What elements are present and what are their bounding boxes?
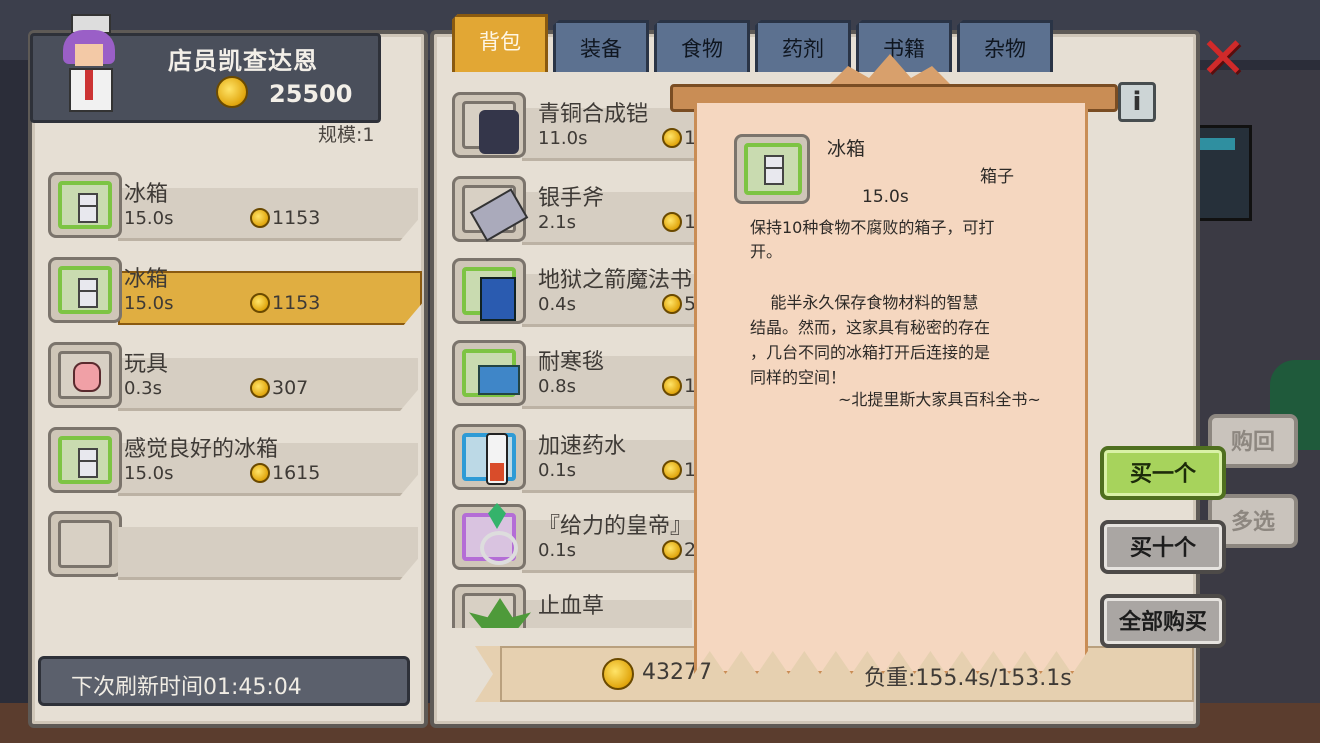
item-name: 耐寒毯 [538, 350, 605, 375]
shopkeeper-gold: 25500 [269, 80, 353, 108]
blanket-icon [478, 365, 520, 395]
fridge-icon [764, 155, 784, 185]
item-price: 307 [272, 377, 309, 399]
gold-coin-icon [662, 540, 682, 560]
gold-coin-icon [250, 378, 270, 398]
item-name: 加速药水 [538, 434, 627, 459]
shopkeeper-name: 店员凯查达恩 [168, 47, 318, 75]
item-time: 15.0s [124, 293, 174, 314]
item-name: 银手斧 [538, 186, 605, 211]
gold-coin-icon [250, 208, 270, 228]
item-name: 感觉良好的冰箱 [124, 437, 279, 462]
item-name: 玩具 [124, 352, 169, 377]
inventory-item-row[interactable]: 耐寒毯 0.8s 1 [452, 340, 782, 420]
fridge-icon [78, 193, 98, 223]
tooltip-description: 保持10种食物不腐败的箱子，可打 开。 [750, 218, 995, 261]
inventory-item-row[interactable]: 地狱之箭魔法书 0.4s 5 [452, 258, 782, 338]
refresh-timer: 下次刷新时间01:45:04 [38, 656, 410, 706]
tab-5[interactable]: 杂物 [957, 20, 1053, 72]
item-time: 0.3s [124, 378, 163, 399]
item-name: 冰箱 [124, 267, 169, 292]
gold-coin-icon [250, 293, 270, 313]
item-price: 1153 [272, 207, 321, 229]
potion-icon [486, 433, 508, 485]
item-name: 『给力的皇帝』 [538, 514, 693, 539]
item-slot [452, 584, 531, 628]
buy-one-button[interactable]: 买一个 [1100, 446, 1226, 500]
bronze-armor-icon [479, 110, 519, 154]
close-icon[interactable]: ✕ [1198, 31, 1248, 87]
tab-1[interactable]: 装备 [553, 20, 649, 72]
silver-axe-icon [469, 188, 529, 242]
tab-2[interactable]: 食物 [654, 20, 750, 72]
gem-icon [488, 503, 506, 529]
buy-ten-button[interactable]: 买十个 [1100, 520, 1226, 574]
gold-coin-icon [602, 658, 634, 690]
tooltip-item-time: 15.0s [862, 187, 909, 207]
item-slot [48, 172, 122, 238]
herb-icon [469, 598, 531, 628]
tooltip-item-slot [734, 134, 810, 204]
item-slot [452, 92, 526, 158]
item-slot [48, 257, 122, 323]
item-time: 15.0s [124, 463, 174, 484]
inventory-item-row[interactable]: 银手斧 2.1s 1 [452, 176, 782, 256]
item-time: 11.0s [538, 128, 588, 149]
item-time: 0.1s [538, 460, 577, 481]
item-slot [48, 427, 122, 493]
item-slot [452, 424, 526, 490]
spellbook-icon [480, 277, 516, 321]
item-slot [452, 176, 529, 242]
shopkeeper-card: 店员凯查达恩 25500 [30, 14, 381, 123]
item-slot [452, 258, 526, 324]
item-slot [452, 503, 526, 570]
shop-scale: 规模:1 [318, 124, 375, 146]
inventory-item-row[interactable]: 青铜合成铠 11.0s 1 [452, 92, 782, 172]
item-time: 15.0s [124, 208, 174, 229]
tab-3[interactable]: 药剂 [755, 20, 851, 72]
tooltip-source: ~北提里斯大家具百科全书~ [838, 390, 1041, 409]
gold-coin-icon [662, 212, 682, 232]
item-time: 0.8s [538, 376, 577, 397]
inventory-item-row[interactable]: 加速药水 0.1s 1 [452, 424, 782, 504]
gold-coin-icon [250, 463, 270, 483]
gold-coin-icon [662, 376, 682, 396]
gold-coin-icon [662, 294, 682, 314]
item-name: 冰箱 [124, 182, 169, 207]
gold-coin-icon [662, 128, 682, 148]
tooltip-item-name: 冰箱 [827, 138, 866, 160]
item-name: 青铜合成铠 [538, 102, 649, 127]
fridge-icon [78, 448, 98, 478]
item-price: 1615 [272, 462, 321, 484]
shop-item-row[interactable]: 冰箱 15.0s 1153 [48, 257, 422, 327]
item-detail-tooltip: 冰箱 箱子 15.0s 保持10种食物不腐败的箱子，可打 开。 能半永久保存食物… [670, 54, 1118, 680]
gold-coin-icon [216, 76, 248, 108]
refresh-timer-text: 下次刷新时间01:45:04 [71, 675, 302, 700]
fridge-icon [78, 278, 98, 308]
teddy-bear-icon [73, 362, 101, 392]
tooltip-item-type: 箱子 [980, 167, 1014, 187]
shopkeeper-avatar [57, 14, 121, 119]
item-name: 止血草 [538, 594, 605, 619]
item-slot [48, 342, 122, 408]
item-time: 0.4s [538, 294, 577, 315]
item-price: 1153 [272, 292, 321, 314]
ring-icon [480, 531, 518, 565]
shop-item-row[interactable]: 玩具 0.3s 307 [48, 342, 418, 412]
item-time: 2.1s [538, 212, 577, 233]
tab-0[interactable]: 背包 [452, 14, 548, 72]
tab-4[interactable]: 书籍 [856, 20, 952, 72]
shop-item-row[interactable]: 感觉良好的冰箱 15.0s 1615 [48, 427, 418, 497]
buy-all-button[interactable]: 全部购买 [1100, 594, 1226, 648]
gold-coin-icon [662, 460, 682, 480]
info-icon[interactable]: i [1118, 82, 1156, 122]
item-name: 地狱之箭魔法书 [538, 268, 693, 293]
item-time: 0.1s [538, 540, 577, 561]
inventory-item-row[interactable]: 止血草 [452, 584, 692, 628]
inventory-item-row[interactable]: 『给力的皇帝』 0.1s 2 [452, 503, 782, 584]
shop-item-row[interactable]: 冰箱 15.0s 1153 [48, 172, 418, 242]
tooltip-lore: 能半永久保存食物材料的智慧 结晶。然而，这家具有秘密的存在 ，几台不同的冰箱打开… [750, 293, 991, 387]
item-slot [452, 340, 526, 406]
